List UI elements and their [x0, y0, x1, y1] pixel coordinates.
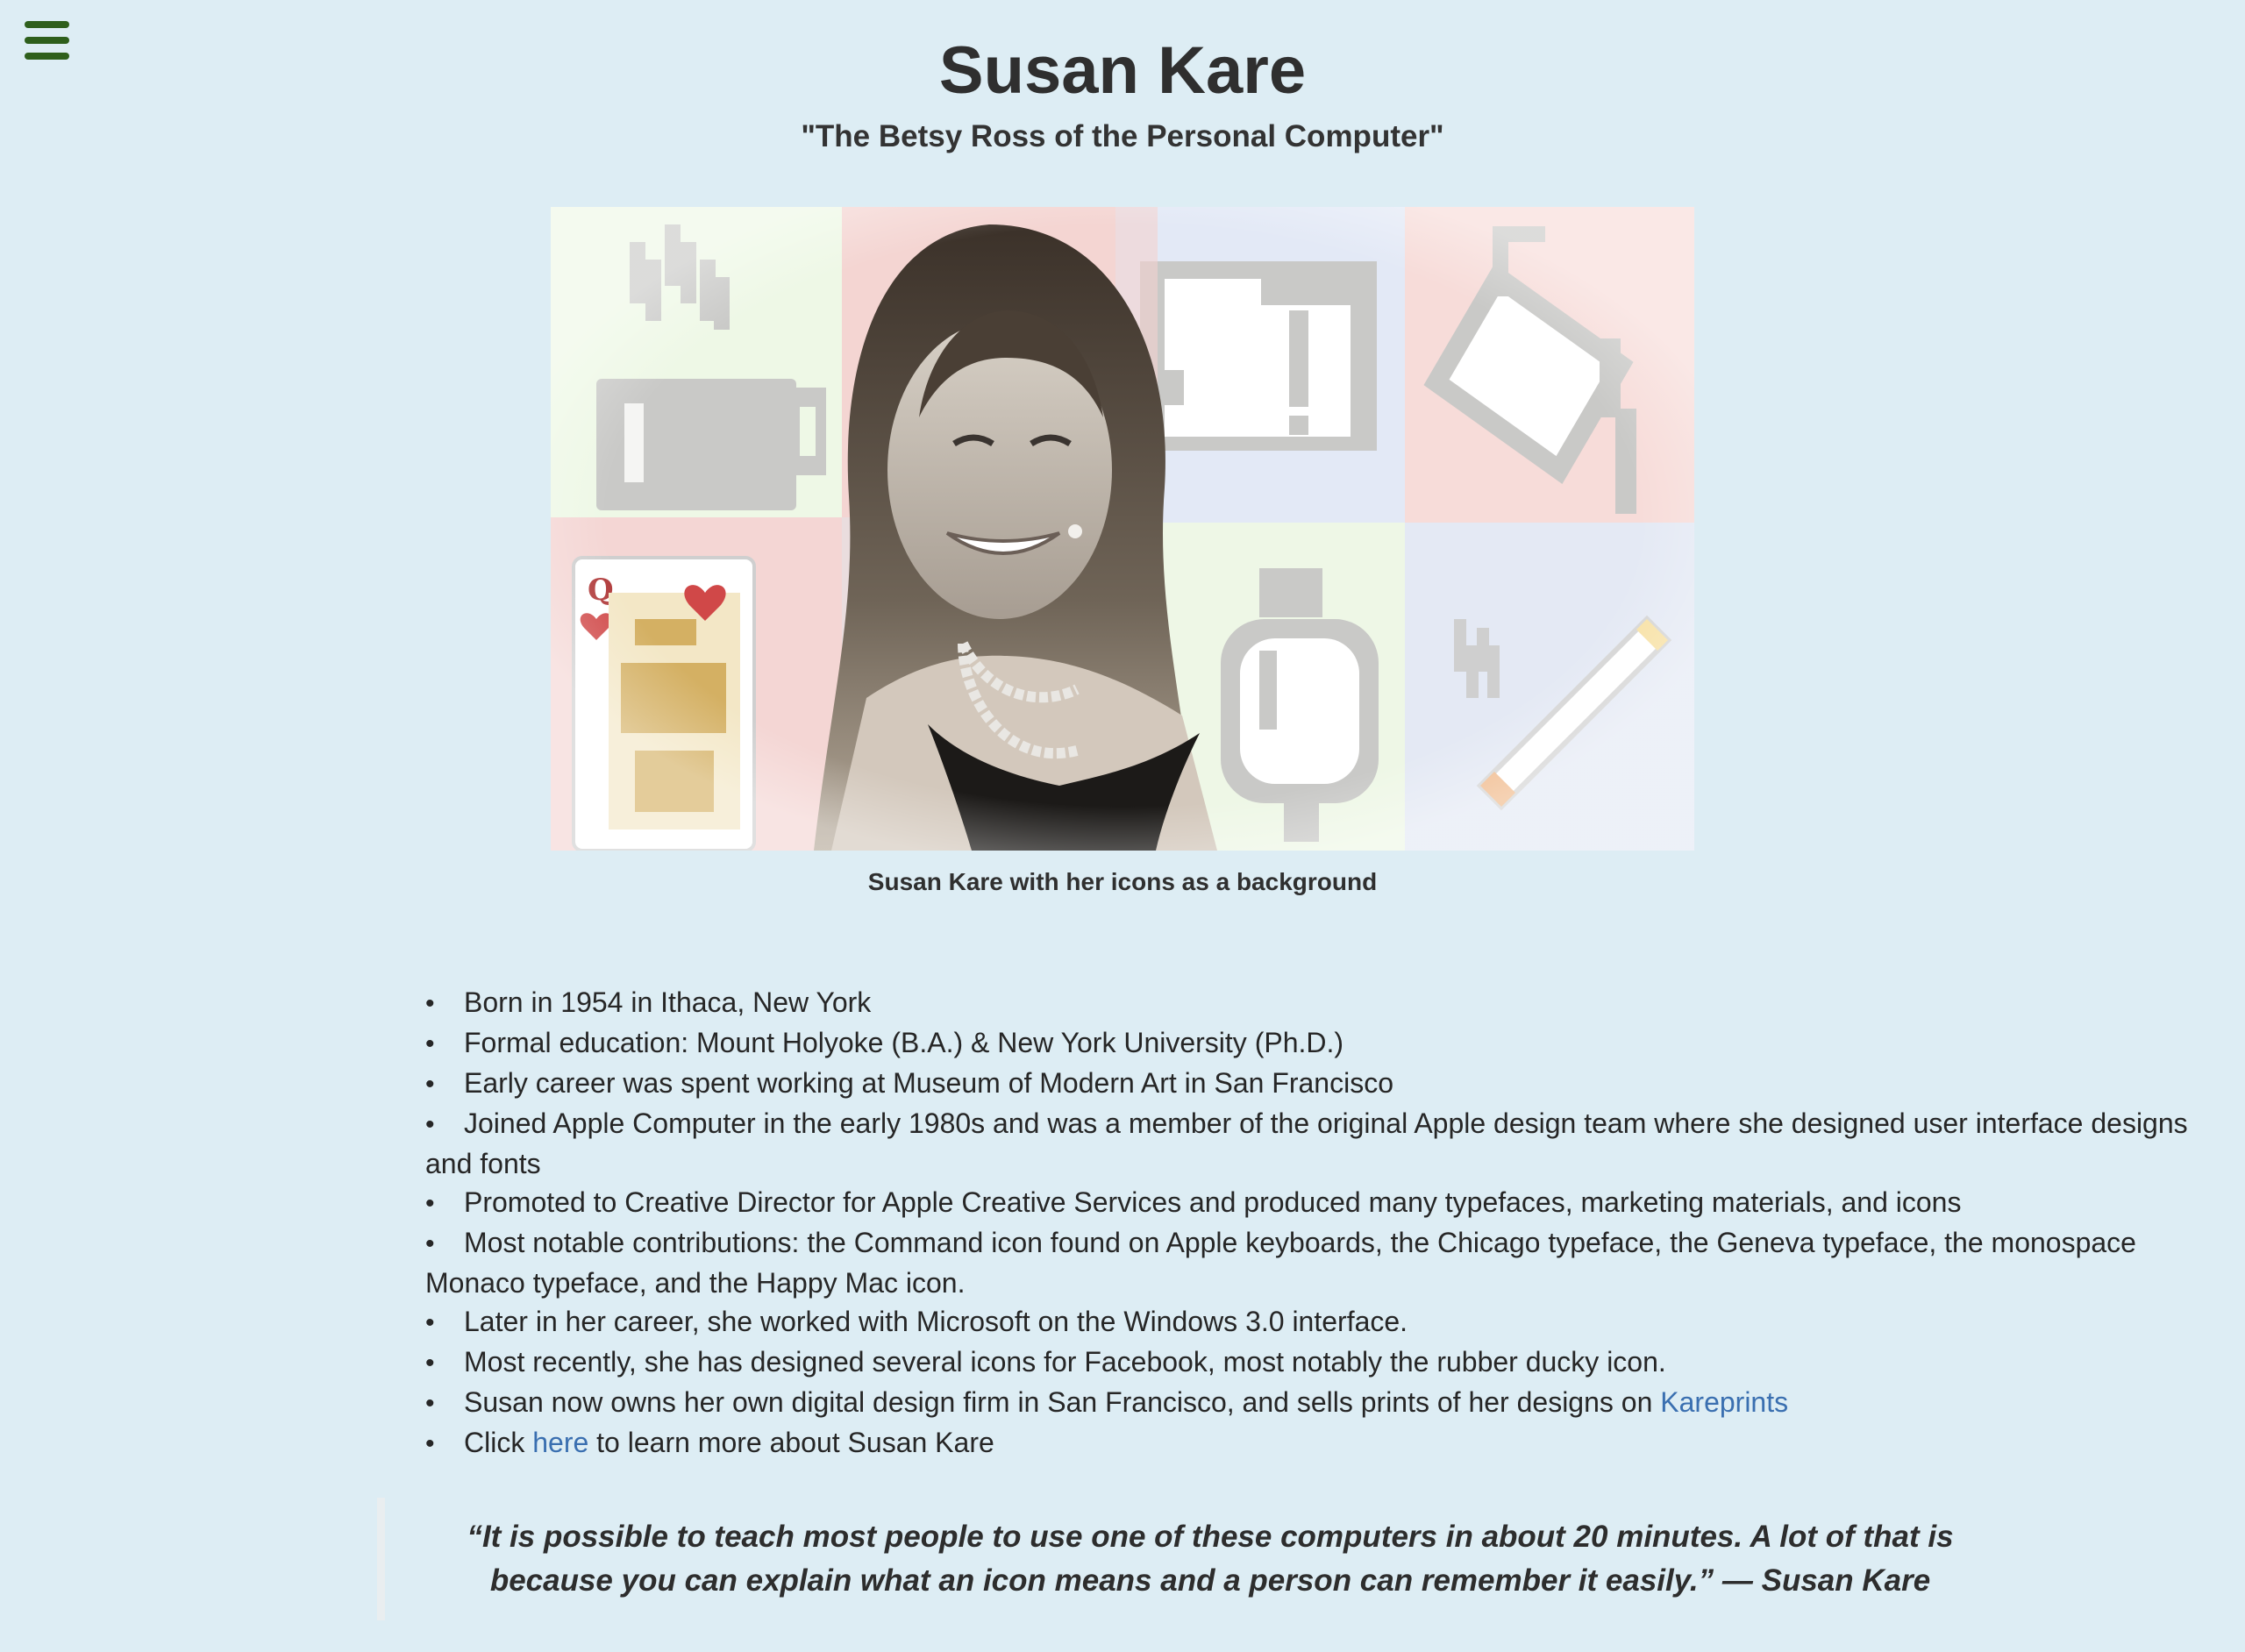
list-item: Later in her career, she worked with Mic…	[425, 1302, 2214, 1342]
list-item-kareprints: Susan now owns her own digital design fi…	[425, 1383, 2214, 1423]
list-item-text: Later in her career, she worked with Mic…	[464, 1306, 1408, 1337]
list-item-text: Click	[464, 1427, 533, 1458]
page-subtitle: "The Betsy Ross of the Personal Computer…	[801, 119, 1444, 153]
list-item: Most recently, she has designed several …	[425, 1342, 2214, 1383]
facts-list: Born in 1954 in Ithaca, New York Formal …	[425, 983, 2214, 1463]
page-title: Susan Kare	[938, 33, 1307, 108]
list-item-text: Most notable contributions: the Command …	[425, 1227, 2136, 1299]
quote-text: “It is possible to teach most people to …	[467, 1520, 1954, 1598]
list-item-text: Early career was spent working at Museum…	[464, 1067, 1393, 1099]
list-item: Promoted to Creative Director for Apple …	[425, 1183, 2214, 1223]
learn-more-link[interactable]: here	[532, 1427, 588, 1458]
list-item-text: Formal education: Mount Holyoke (B.A.) &…	[464, 1027, 1344, 1058]
list-item: Born in 1954 in Ithaca, New York	[425, 983, 2214, 1023]
list-item: Most notable contributions: the Command …	[425, 1223, 2214, 1302]
quote-border	[377, 1498, 385, 1620]
list-item-text: to learn more about Susan Kare	[588, 1427, 994, 1458]
list-item-text: Born in 1954 in Ithaca, New York	[464, 986, 872, 1018]
list-item-text: Joined Apple Computer in the early 1980s…	[425, 1107, 2188, 1179]
quote-block: “It is possible to teach most people to …	[377, 1498, 2017, 1620]
list-item: Early career was spent working at Museum…	[425, 1064, 2214, 1104]
image-caption: Susan Kare with her icons as a backgroun…	[867, 868, 1378, 895]
list-item: Joined Apple Computer in the early 1980s…	[425, 1104, 2214, 1183]
hamburger-menu-icon	[25, 21, 69, 28]
hero-image: Q	[551, 207, 1694, 851]
list-item-text: Promoted to Creative Director for Apple …	[464, 1186, 1962, 1218]
list-item-text: Most recently, she has designed several …	[464, 1346, 1666, 1378]
list-item: Formal education: Mount Holyoke (B.A.) &…	[425, 1023, 2214, 1064]
list-item-text: Susan now owns her own digital design fi…	[464, 1386, 1661, 1418]
kareprints-link[interactable]: Kareprints	[1660, 1386, 1788, 1418]
list-item-learn-more: Click here to learn more about Susan Kar…	[425, 1423, 2214, 1463]
